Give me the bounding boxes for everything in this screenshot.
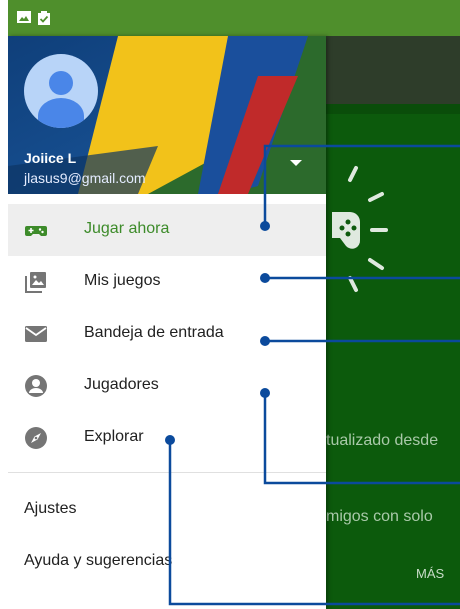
image-icon (16, 10, 32, 24)
nav-item-jugar-ahora[interactable]: Jugar ahora (8, 204, 326, 256)
nav-label-explorar: Explorar (84, 428, 144, 445)
nav-item-bandeja-de-entrada[interactable]: Bandeja de entrada (8, 308, 326, 360)
account-name: Joiice L (24, 150, 77, 166)
gamepad-icon (24, 218, 48, 242)
nav-label-jugadores: Jugadores (84, 376, 159, 393)
nav-item-jugadores[interactable]: Jugadores (8, 360, 326, 412)
background-toolbar-shadow (326, 104, 460, 114)
background-text-line-2: migos con solo (326, 508, 433, 525)
account-header: Joiice L jlasus9@gmail.com (8, 36, 326, 194)
library-icon (24, 270, 48, 294)
help-feedback-link[interactable]: Ayuda y sugerencias (24, 552, 172, 570)
settings-link[interactable]: Ajustes (24, 500, 76, 518)
compass-icon (24, 426, 48, 450)
mail-icon (24, 322, 48, 346)
loading-gamepad-graphic (332, 166, 388, 292)
clipboard-check-icon (36, 10, 52, 25)
nav-label-jugar-ahora: Jugar ahora (84, 220, 170, 237)
more-button[interactable]: MÁS (416, 566, 444, 581)
person-icon (24, 374, 48, 398)
drawer-divider (8, 472, 326, 473)
nav-label-bandeja-de-entrada: Bandeja de entrada (84, 324, 224, 341)
background-toolbar (326, 36, 460, 104)
status-bar (8, 0, 460, 36)
navigation-drawer: Joiice L jlasus9@gmail.com Jugar ahora M… (8, 36, 326, 609)
account-email: jlasus9@gmail.com (24, 170, 146, 186)
background-text-line-1: tualizado desde (326, 432, 439, 449)
avatar[interactable] (24, 54, 98, 128)
app-window: tualizado desde migos con solo MÁS Joiic… (8, 0, 460, 609)
nav-item-mis-juegos[interactable]: Mis juegos (8, 256, 326, 308)
account-switcher-chevron-down-icon[interactable] (290, 160, 302, 166)
nav-item-explorar[interactable]: Explorar (8, 412, 326, 464)
nav-label-mis-juegos: Mis juegos (84, 272, 161, 289)
